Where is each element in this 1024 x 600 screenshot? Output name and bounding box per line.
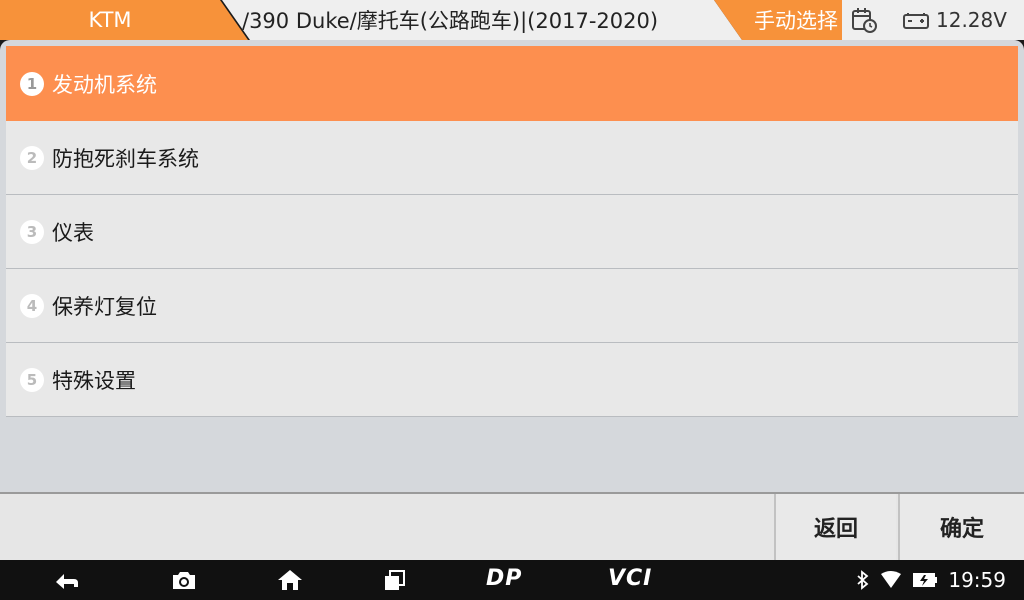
action-bar: 返回 确定 [0,492,1024,560]
home-icon[interactable] [276,568,304,592]
list-item-service-reset[interactable]: 4 保养灯复位 [6,269,1018,343]
system-status: 19:59 [856,560,1006,600]
list-item-label: 仪表 [52,220,94,245]
back-button[interactable]: 返回 [774,494,896,560]
battery-status-icon [913,573,938,587]
list-item-engine-system[interactable]: 1 发动机系统 [6,46,1018,121]
wifi-icon [881,571,902,588]
recents-icon[interactable] [382,568,408,592]
list-item-instrument[interactable]: 3 仪表 [6,195,1018,269]
bluetooth-icon [857,570,869,590]
breadcrumb-brand-label: KTM [88,8,132,32]
confirm-button[interactable]: 确定 [898,494,1024,560]
list-item-label: 保养灯复位 [52,294,157,319]
camera-icon[interactable] [170,568,198,592]
breadcrumb-model-label: /390 Duke/摩托车(公路跑车)|(2017-2020) [242,9,659,33]
list-item-label: 特殊设置 [52,368,136,393]
dp-icon[interactable]: DP [486,566,522,591]
android-nav-bar: DP VCI 19:59 [0,560,1024,600]
list-item-special-settings[interactable]: 5 特殊设置 [6,343,1018,417]
breadcrumb-mode-label: 手动选择 [754,9,838,33]
voltage-readout: 12.28V [936,8,1007,32]
battery-icon [903,13,929,29]
list-item-number: 2 [20,145,44,170]
system-menu-panel: 1 发动机系统 2 防抱死刹车系统 3 仪表 4 保养灯复位 5 特殊设置 [0,40,1024,492]
list-item-number: 3 [20,219,44,244]
clock: 19:59 [948,568,1006,592]
back-arrow-icon[interactable] [52,568,82,592]
status-tray: 12.28V [842,0,1024,40]
list-item-number: 1 [20,71,44,96]
list-item-number: 4 [20,293,44,318]
list-item-abs[interactable]: 2 防抱死刹车系统 [6,121,1018,195]
calendar-clock-icon[interactable] [850,6,878,34]
system-list: 1 发动机系统 2 防抱死刹车系统 3 仪表 4 保养灯复位 5 特殊设置 [6,46,1018,417]
breadcrumb-bar: KTM /390 Duke/摩托车(公路跑车)|(2017-2020) 手动选择… [0,0,1024,40]
list-item-label: 发动机系统 [52,72,157,97]
list-item-label: 防抱死刹车系统 [52,146,199,171]
breadcrumb-model[interactable]: /390 Duke/摩托车(公路跑车)|(2017-2020) [222,0,742,40]
list-item-number: 5 [20,367,44,392]
breadcrumb-brand[interactable]: KTM [0,0,248,40]
vci-icon[interactable]: VCI [608,566,652,591]
